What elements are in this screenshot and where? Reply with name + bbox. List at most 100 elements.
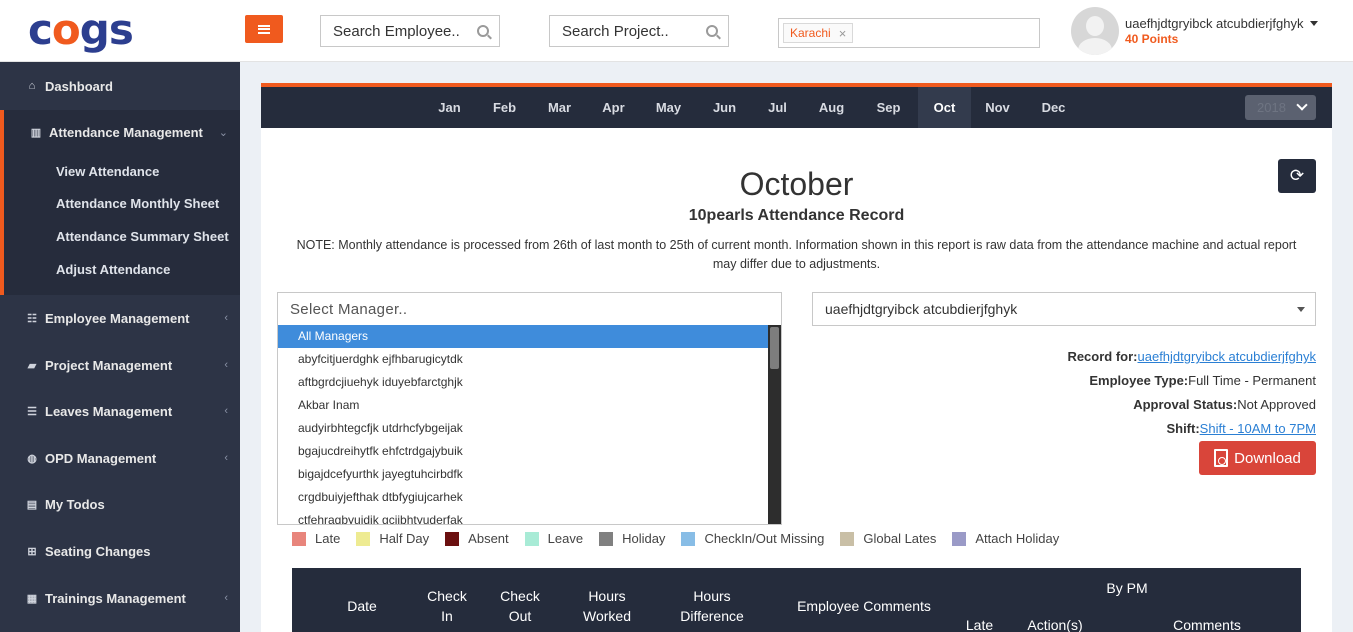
dropdown-option[interactable]: ctfehragbyuidjk gciibhtyuderfak	[278, 509, 781, 524]
sidebar-sub-monthly-sheet[interactable]: Attendance Monthly Sheet	[56, 196, 219, 211]
sidebar-item-label: Trainings Management	[45, 590, 186, 606]
tab-month-nov[interactable]: Nov	[971, 87, 1024, 128]
tab-month-jun[interactable]: Jun	[698, 87, 751, 128]
dropdown-option[interactable]: audyirbhtegcfjk utdrhcfybgeijak	[278, 417, 781, 440]
sidebar-item-label: Project Management	[45, 357, 173, 373]
dropdown-option[interactable]: abyfcitjuerdghk ejfhbarugicytdk	[278, 348, 781, 371]
dropdown-option[interactable]: Akbar Inam	[278, 394, 781, 417]
legend-label: Absent	[468, 531, 509, 546]
tab-month-jul[interactable]: Jul	[751, 87, 804, 128]
employee-select[interactable]: uaefhjdtgryibck atcubdierjfghyk	[812, 292, 1316, 326]
dropdown-scrollbar[interactable]	[768, 325, 781, 524]
sidebar-item-label: Employee Management	[45, 310, 190, 326]
legend-label: Late	[315, 531, 341, 546]
leaves-icon: ☰	[27, 405, 37, 418]
tab-month-may[interactable]: May	[642, 87, 695, 128]
employee-type-label: Employee Type:	[1089, 373, 1189, 388]
sidebar-item-employee[interactable]: ☷ Employee Management ‹	[0, 305, 240, 331]
tab-month-dec[interactable]: Dec	[1027, 87, 1080, 128]
hamburger-icon	[258, 24, 270, 34]
search-icon	[477, 25, 489, 37]
search-project-input[interactable]: Search Project..	[549, 15, 729, 47]
manager-select[interactable]: Select Manager..	[277, 292, 782, 326]
sidebar-item-dashboard[interactable]: ⌂ Dashboard	[0, 73, 240, 99]
sidebar-item-leaves[interactable]: ☰ Leaves Management ‹	[0, 398, 240, 424]
legend-swatch	[840, 531, 855, 546]
tab-month-oct[interactable]: Oct	[918, 87, 971, 128]
remove-tag-icon[interactable]: ×	[839, 26, 847, 41]
tab-month-mar[interactable]: Mar	[533, 87, 586, 128]
search-employee-placeholder: Search Employee..	[333, 22, 460, 40]
legend-swatch	[681, 531, 696, 546]
approval-status-label: Approval Status:	[1133, 397, 1238, 412]
sidebar-sub-summary-sheet[interactable]: Attendance Summary Sheet	[56, 229, 229, 244]
legend-label: CheckIn/Out Missing	[704, 531, 825, 546]
shift-link[interactable]: Shift - 10AM to 7PM	[1200, 421, 1316, 436]
download-button[interactable]: Download	[1199, 441, 1316, 475]
sidebar-item-project[interactable]: ▰ Project Management ‹	[0, 352, 240, 378]
refresh-button[interactable]: ⟳	[1278, 159, 1316, 193]
chevron-down-icon	[1296, 99, 1308, 111]
pdf-icon	[1214, 449, 1229, 467]
tab-month-apr[interactable]: Apr	[587, 87, 640, 128]
approval-status-value: Not Approved	[1237, 397, 1316, 412]
search-employee-input[interactable]: Search Employee..	[320, 15, 500, 47]
globe-icon: ◍	[27, 452, 37, 465]
download-label: Download	[1234, 449, 1301, 467]
sidebar-sub-view-attendance[interactable]: View Attendance	[56, 164, 159, 179]
user-menu[interactable]: uaefhjdtgryibck atcubdierjfghyk 40 Point…	[1071, 6, 1318, 56]
sidebar-item-seating[interactable]: ⊞ Seating Changes	[0, 538, 240, 564]
folder-icon: ▰	[27, 359, 37, 372]
sidebar-sub-adjust-attendance[interactable]: Adjust Attendance	[56, 262, 170, 277]
users-icon: ☷	[27, 312, 37, 325]
user-name: uaefhjdtgryibck atcubdierjfghyk	[1125, 16, 1304, 31]
legend-swatch	[952, 531, 967, 546]
dropdown-option[interactable]: crgdbuiyjefthak dtbfygiujcarhek	[278, 486, 781, 509]
location-tag: Karachi ×	[783, 23, 854, 43]
legend-swatch	[599, 531, 614, 546]
record-for-link[interactable]: uaefhjdtgryibck atcubdierjfghyk	[1138, 349, 1317, 364]
search-project-placeholder: Search Project..	[562, 22, 669, 40]
caret-down-icon	[1309, 21, 1318, 26]
tab-month-sep[interactable]: Sep	[862, 87, 915, 128]
legend-label: Global Lates	[863, 531, 937, 546]
legend-item: Absent	[445, 531, 509, 546]
dropdown-option[interactable]: aftbgrdcjiuehyk iduyebfarctghjk	[278, 371, 781, 394]
search-icon	[706, 25, 718, 37]
chevron-left-icon: ‹	[224, 359, 228, 371]
sidebar-item-label: OPD Management	[45, 450, 157, 466]
dropdown-option[interactable]: bgajucdreihytfk ehfctrdgajybuik	[278, 440, 781, 463]
shift-label: Shift:	[1166, 421, 1200, 436]
dropdown-option[interactable]: bigajdcefyurthk jayegtuhcirbdfk	[278, 463, 781, 486]
employee-select-value: uaefhjdtgryibck atcubdierjfghyk	[825, 301, 1018, 317]
location-tag-input[interactable]: Karachi ×	[778, 18, 1040, 48]
legend-item: Attach Holiday	[952, 531, 1059, 546]
sidebar-item-opd[interactable]: ◍ OPD Management ‹	[0, 445, 240, 471]
year-select[interactable]: 2018	[1245, 95, 1316, 120]
year-value: 2018	[1257, 100, 1286, 115]
caret-down-icon	[1297, 307, 1305, 312]
cogs-logo[interactable]: cogs	[28, 6, 134, 54]
page-title: October	[739, 166, 854, 202]
bar-chart-icon: ▥	[30, 126, 42, 139]
sidebar-item-trainings[interactable]: ▦ Trainings Management ‹	[0, 585, 240, 611]
report-note: NOTE: Monthly attendance is processed fr…	[296, 238, 1297, 271]
menu-toggle-button[interactable]	[245, 15, 283, 43]
attendance-panel: Jan Feb Mar Apr May Jun Jul Aug Sep Oct …	[261, 83, 1332, 632]
scrollbar-thumb[interactable]	[770, 327, 779, 369]
col-by-pm: By PM	[1106, 580, 1148, 596]
tab-month-jan[interactable]: Jan	[423, 87, 476, 128]
col-employee-comments: Employee Comments	[797, 598, 931, 614]
tab-month-aug[interactable]: Aug	[805, 87, 858, 128]
col-comments: Comments	[1173, 617, 1241, 632]
tab-month-feb[interactable]: Feb	[478, 87, 531, 128]
sitemap-icon: ⊞	[27, 545, 37, 558]
dropdown-option[interactable]: All Managers	[278, 325, 781, 348]
month-tabs: Jan Feb Mar Apr May Jun Jul Aug Sep Oct …	[261, 87, 1332, 128]
legend-item: Holiday	[599, 531, 665, 546]
sidebar-item-label: Leaves Management	[45, 403, 173, 419]
col-hours-worked: Hours Worked	[583, 588, 631, 624]
sidebar-item-attendance[interactable]: ▥ Attendance Management ⌄	[0, 119, 240, 145]
sidebar-item-todos[interactable]: ▤ My Todos	[0, 491, 240, 517]
sidebar-item-label: Dashboard	[45, 78, 113, 94]
